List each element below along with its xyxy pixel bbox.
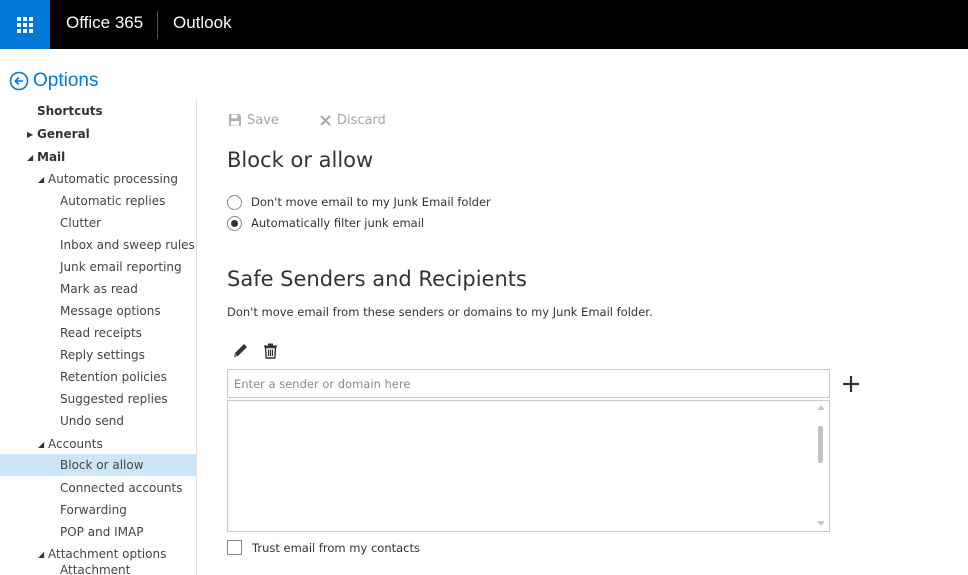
- sender-domain-input[interactable]: [227, 369, 830, 398]
- list-edit-tools: [232, 342, 292, 359]
- radio-label: Don't move email to my Junk Email folder: [251, 195, 491, 209]
- radio-label: Automatically filter junk email: [251, 216, 425, 230]
- sidebar-item-message-options[interactable]: Message options: [0, 300, 196, 322]
- options-sidebar: Shortcuts ▶ General ◢ Mail ◢ Automatic p…: [0, 99, 197, 575]
- trust-contacts-option[interactable]: Trust email from my contacts: [227, 540, 420, 555]
- sidebar-item-label: Mail: [37, 150, 66, 164]
- sidebar-item-mail[interactable]: ◢ Mail: [0, 146, 196, 168]
- sidebar-item-label: Shortcuts: [37, 104, 103, 118]
- sidebar-item-pop-imap[interactable]: POP and IMAP: [0, 521, 196, 543]
- close-icon: [320, 114, 331, 126]
- sidebar-item-attachment-options[interactable]: ◢ Attachment options: [0, 543, 196, 565]
- app-launcher-button[interactable]: [0, 0, 50, 49]
- waffle-icon: [17, 16, 33, 33]
- caret-down-icon: ◢: [38, 439, 45, 449]
- caret-down-icon: ◢: [38, 549, 45, 559]
- sidebar-item-junk-email-reporting[interactable]: Junk email reporting: [0, 256, 196, 278]
- sidebar-item-read-receipts[interactable]: Read receipts: [0, 322, 196, 344]
- scroll-up-icon[interactable]: [817, 405, 825, 410]
- sidebar-item-label: Automatic processing: [48, 172, 179, 186]
- sidebar-item-label: Read receipts: [60, 326, 142, 340]
- sidebar-item-block-or-allow[interactable]: Block or allow: [0, 454, 196, 476]
- sidebar-item-label: Suggested replies: [60, 392, 168, 406]
- scrollbar-thumb[interactable]: [818, 426, 823, 463]
- save-button[interactable]: Save: [228, 113, 279, 128]
- sidebar-item-shortcuts[interactable]: Shortcuts: [0, 100, 196, 122]
- sidebar-item-label: Reply settings: [60, 348, 145, 362]
- sidebar-item-label: Automatic replies: [60, 194, 166, 208]
- sidebar-item-undo-send[interactable]: Undo send: [0, 410, 196, 432]
- sidebar-item-label: POP and IMAP: [60, 525, 144, 539]
- sidebar-item-label: Mark as read: [60, 282, 138, 296]
- sidebar-item-automatic-processing[interactable]: ◢ Automatic processing: [0, 168, 196, 190]
- topbar-divider: [157, 11, 158, 39]
- sidebar-item-retention-policies[interactable]: Retention policies: [0, 366, 196, 388]
- sidebar-item-label: Undo send: [60, 414, 125, 428]
- scroll-down-icon[interactable]: [817, 521, 825, 526]
- trust-contacts-checkbox[interactable]: [227, 540, 242, 555]
- options-title: Options: [33, 70, 99, 91]
- sidebar-item-label: Accounts: [48, 437, 103, 451]
- page-title: Block or allow: [227, 148, 374, 172]
- top-bar: Office 365 Outlook: [0, 0, 968, 49]
- sidebar-item-label: Clutter: [60, 216, 102, 230]
- sidebar-item-connected-accounts[interactable]: Connected accounts: [0, 477, 196, 499]
- sidebar-item-label: Attachment preferences: [60, 563, 131, 575]
- discard-button[interactable]: Discard: [319, 113, 386, 128]
- sidebar-item-label: Attachment options: [48, 547, 167, 561]
- brand-name[interactable]: Office 365: [66, 13, 143, 33]
- save-icon: [229, 114, 241, 126]
- caret-right-icon: ▶: [27, 129, 34, 139]
- command-toolbar: Save Discard: [228, 110, 426, 130]
- caret-down-icon: ◢: [38, 174, 45, 184]
- sidebar-item-label: Block or allow: [60, 458, 144, 472]
- radio-dont-move[interactable]: Don't move email to my Junk Email folder: [227, 193, 491, 211]
- add-icon[interactable]: [842, 375, 860, 393]
- trust-contacts-label: Trust email from my contacts: [252, 540, 420, 555]
- options-back-link[interactable]: Options: [9, 69, 98, 93]
- sidebar-item-label: Message options: [60, 304, 161, 318]
- sidebar-item-label: General: [37, 127, 90, 141]
- sidebar-item-label: Forwarding: [60, 503, 127, 517]
- sidebar-item-suggested-replies[interactable]: Suggested replies: [0, 388, 196, 410]
- safe-senders-list[interactable]: [227, 400, 830, 532]
- radio-button[interactable]: [227, 215, 242, 231]
- sidebar-item-reply-settings[interactable]: Reply settings: [0, 344, 196, 366]
- sidebar-item-label: Retention policies: [60, 370, 167, 384]
- sidebar-item-label: Inbox and sweep rules: [60, 238, 195, 252]
- sidebar-item-attachment-preferences[interactable]: Attachment preferences: [0, 563, 196, 575]
- sidebar-item-forwarding[interactable]: Forwarding: [0, 499, 196, 521]
- caret-down-icon: ◢: [27, 152, 34, 162]
- back-arrow-icon: [9, 71, 29, 91]
- save-label: Save: [247, 112, 279, 128]
- sidebar-item-general[interactable]: ▶ General: [0, 123, 196, 145]
- pencil-icon[interactable]: [232, 342, 249, 359]
- sidebar-item-clutter[interactable]: Clutter: [0, 212, 196, 234]
- radio-auto-filter[interactable]: Automatically filter junk email: [227, 214, 424, 232]
- safe-senders-description: Don't move email from these senders or d…: [227, 305, 653, 319]
- sidebar-item-label: Junk email reporting: [60, 260, 182, 274]
- sidebar-item-label: Connected accounts: [60, 481, 183, 495]
- app-name[interactable]: Outlook: [173, 13, 232, 33]
- radio-button[interactable]: [227, 194, 242, 210]
- sidebar-item-mark-as-read[interactable]: Mark as read: [0, 278, 196, 300]
- sidebar-item-inbox-sweep-rules[interactable]: Inbox and sweep rules: [0, 234, 196, 256]
- sidebar-item-accounts[interactable]: ◢ Accounts: [0, 433, 196, 455]
- safe-senders-title: Safe Senders and Recipients: [227, 267, 527, 291]
- trash-icon[interactable]: [263, 343, 278, 359]
- discard-label: Discard: [336, 112, 386, 128]
- sidebar-item-automatic-replies[interactable]: Automatic replies: [0, 190, 196, 212]
